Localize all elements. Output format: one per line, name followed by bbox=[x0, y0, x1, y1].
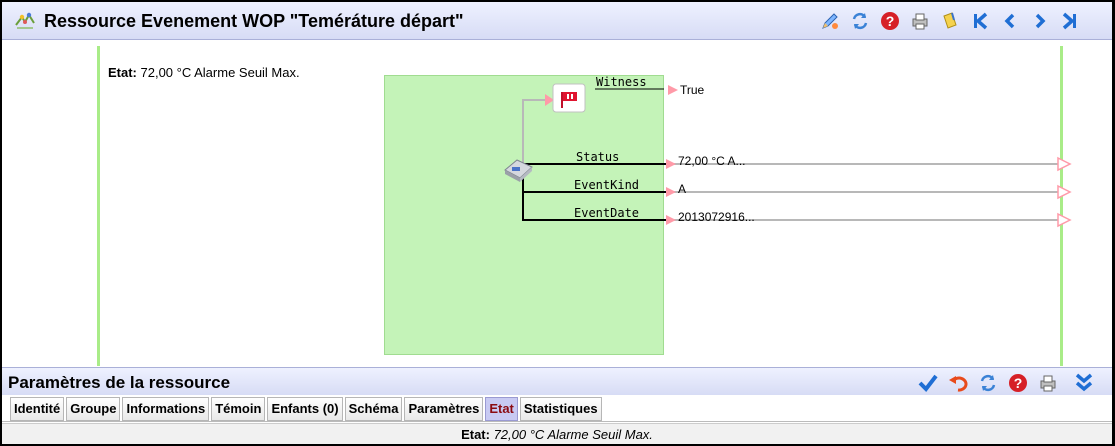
witness-flag-icon[interactable] bbox=[552, 83, 586, 113]
value-eventdate: 2013072916... bbox=[678, 210, 755, 224]
tab-parametres[interactable]: Paramètres bbox=[404, 397, 484, 421]
value-eventkind: A bbox=[678, 182, 687, 196]
undo-icon[interactable] bbox=[946, 371, 970, 395]
collapse-icon[interactable] bbox=[1072, 371, 1096, 395]
tab-identite[interactable]: Identité bbox=[10, 397, 65, 421]
params-toolbar: ? bbox=[916, 370, 1096, 396]
status-label: Etat: bbox=[461, 427, 490, 442]
params-tabs: Identité Groupe Informations Témoin Enfa… bbox=[2, 396, 1112, 422]
tab-informations[interactable]: Informations bbox=[122, 397, 210, 421]
print-icon[interactable] bbox=[1036, 371, 1060, 395]
tab-etat[interactable]: Etat bbox=[485, 397, 518, 421]
value-witness: True bbox=[680, 83, 705, 97]
validate-check-icon[interactable] bbox=[916, 371, 940, 395]
tab-statistiques[interactable]: Statistiques bbox=[519, 397, 602, 421]
params-title: Paramètres de la ressource bbox=[8, 373, 231, 392]
pin-status: Status bbox=[576, 150, 620, 164]
value-status: 72,00 °C A... bbox=[678, 154, 746, 168]
window-frame: Ressource Evenement WOP "Teméráture dépa… bbox=[0, 0, 1115, 446]
pin-eventdate: EventDate bbox=[574, 206, 640, 220]
tab-enfants[interactable]: Enfants (0) bbox=[267, 397, 343, 421]
refresh-icon[interactable] bbox=[976, 371, 1000, 395]
status-value: 72,00 °C Alarme Seuil Max. bbox=[489, 427, 653, 442]
tab-temoin[interactable]: Témoin bbox=[211, 397, 266, 421]
tab-schema[interactable]: Schéma bbox=[344, 397, 403, 421]
etat-status-bar: Etat: 72,00 °C Alarme Seuil Max. bbox=[2, 423, 1112, 444]
svg-text:?: ? bbox=[1014, 375, 1023, 391]
pin-eventkind: EventKind bbox=[574, 178, 640, 192]
schema-wires bbox=[504, 83, 1072, 228]
pin-witness: Witness bbox=[596, 75, 647, 89]
help-icon[interactable]: ? bbox=[1006, 371, 1030, 395]
tab-groupe[interactable]: Groupe bbox=[66, 397, 121, 421]
params-header: Paramètres de la ressource ? bbox=[2, 367, 1112, 395]
